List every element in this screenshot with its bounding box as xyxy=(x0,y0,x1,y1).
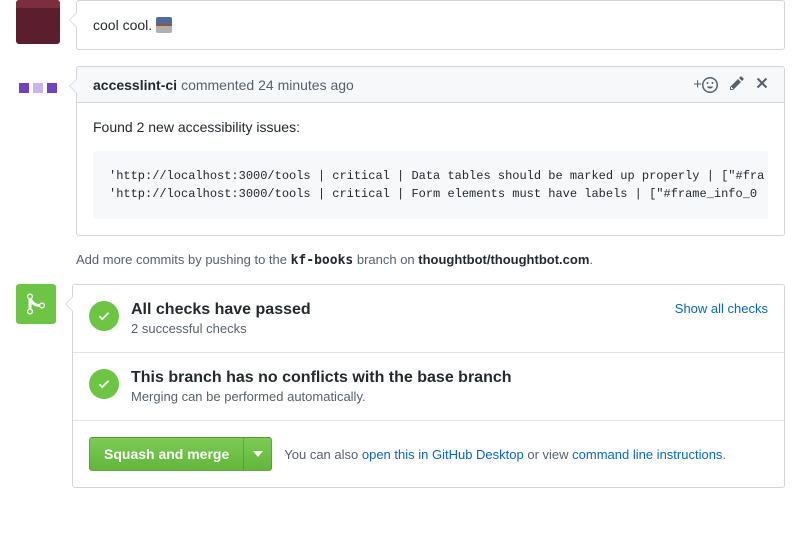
delete-comment-button[interactable] xyxy=(756,75,768,94)
conflicts-subtitle: Merging can be performed automatically. xyxy=(131,389,768,404)
squash-merge-button[interactable]: Squash and merge xyxy=(89,437,244,471)
github-desktop-link[interactable]: open this in GitHub Desktop xyxy=(362,447,524,462)
check-icon xyxy=(97,309,111,323)
edit-comment-button[interactable] xyxy=(730,75,744,94)
merge-hint: You can also open this in GitHub Desktop… xyxy=(284,447,726,462)
git-merge-icon xyxy=(26,292,46,316)
comment-text: cool cool. xyxy=(93,17,768,33)
user-avatar[interactable] xyxy=(16,0,60,44)
check-icon xyxy=(97,377,111,391)
close-icon xyxy=(756,75,768,91)
bot-avatar[interactable] xyxy=(16,66,60,110)
merge-dropdown-button[interactable] xyxy=(244,437,272,471)
comment-box: accesslint-ci commented 24 minutes ago +… xyxy=(76,66,785,236)
add-reaction-button[interactable]: + xyxy=(693,76,718,93)
comment-text: Found 2 new accessibility issues: xyxy=(93,119,768,135)
checks-title: All checks have passed xyxy=(131,301,675,319)
merge-box: All checks have passed 2 successful chec… xyxy=(72,284,785,488)
branch-name: kf-books xyxy=(291,253,354,268)
comment-meta: commented 24 minutes ago xyxy=(181,77,354,93)
comment-box: cool cool. xyxy=(76,0,785,50)
cli-instructions-link[interactable]: command line instructions xyxy=(572,447,722,462)
conflicts-title: This branch has no conflicts with the ba… xyxy=(131,369,768,387)
repo-name: thoughtbot/thoughtbot.com xyxy=(418,252,589,267)
smiley-icon xyxy=(702,77,718,93)
check-status-icon xyxy=(89,369,119,399)
pencil-icon xyxy=(730,75,744,91)
push-hint: Add more commits by pushing to the kf-bo… xyxy=(76,252,785,268)
check-status-icon xyxy=(89,301,119,331)
comment-header: accesslint-ci commented 24 minutes ago + xyxy=(77,67,784,103)
comment-author[interactable]: accesslint-ci xyxy=(93,77,177,93)
merge-status-badge xyxy=(16,284,56,324)
show-all-checks-link[interactable]: Show all checks xyxy=(675,301,768,336)
emoji-icon xyxy=(156,17,172,33)
code-block: 'http://localhost:3000/tools | critical … xyxy=(93,151,768,219)
chevron-down-icon xyxy=(253,451,263,457)
checks-subtitle: 2 successful checks xyxy=(131,321,675,336)
